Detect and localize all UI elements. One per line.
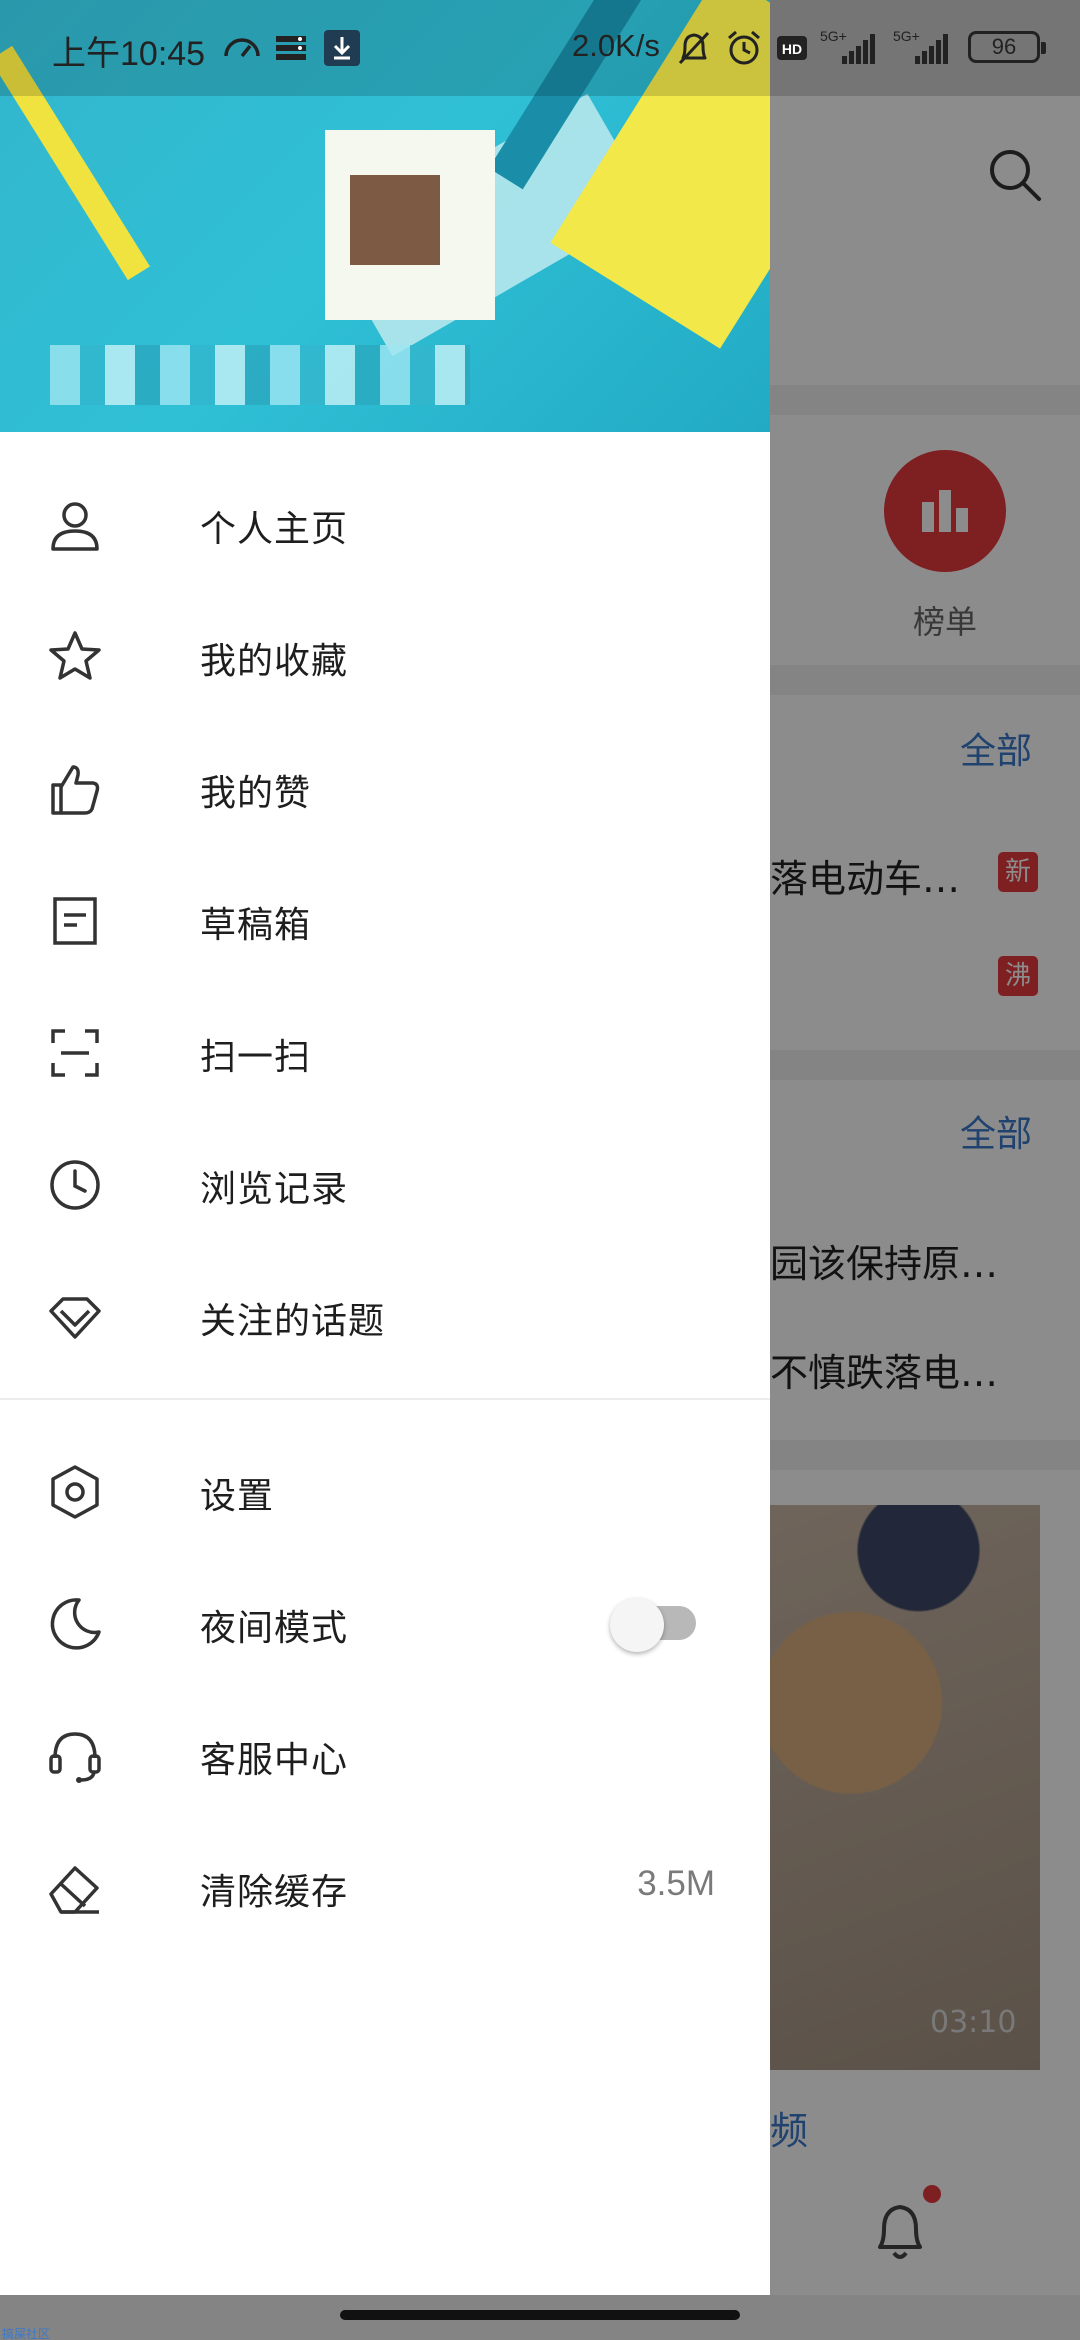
scan-icon [45,1023,105,1083]
signal-strength-icon [915,34,948,64]
moon-icon [45,1594,105,1654]
avatar[interactable] [325,130,495,320]
speedometer-icon [224,38,260,58]
watermark: 搞屎社区 [2,2327,51,2340]
mute-bell-icon [678,31,710,65]
headset-icon [45,1726,105,1786]
navigation-drawer: 个人主页 我的收藏 我的赞 草稿箱 扫一扫 浏览记录 关注的话题 设置 夜间模式… [0,0,770,2295]
status-bar: 上午10:45 2.0K/s HD 5G+ 5G+ 96 [0,0,1080,96]
network-speed: 2.0K/s [572,28,660,63]
alarm-icon [728,30,760,65]
menu-item-drafts[interactable]: 草稿箱 [0,851,770,983]
status-time: 上午10:45 [52,35,206,73]
menu-item-followed-topics[interactable]: 关注的话题 [0,1247,770,1379]
menu-item-label: 我的赞 [200,773,312,814]
menu-item-label: 浏览记录 [200,1169,349,1210]
home-indicator[interactable] [340,2310,740,2320]
signal-strength-icon [842,34,875,64]
menu-item-label: 关注的话题 [200,1301,386,1342]
menu-item-label: 客服中心 [200,1740,349,1781]
menu-item-label: 夜间模式 [200,1608,349,1649]
person-icon [45,495,105,555]
night-mode-toggle[interactable] [610,1598,696,1652]
cache-size: 3.5M [637,1864,715,1903]
gear-icon [45,1462,105,1522]
star-icon [45,627,105,687]
menu-item-history[interactable]: 浏览记录 [0,1115,770,1247]
menu-item-profile[interactable]: 个人主页 [0,455,770,587]
menu-item-settings[interactable]: 设置 [0,1422,770,1554]
username-obscured [50,345,470,405]
menu-item-scan[interactable]: 扫一扫 [0,983,770,1115]
download-icon [324,30,360,66]
menu-item-label: 清除缓存 [200,1872,349,1913]
svg-text:HD: HD [782,41,802,57]
menu-item-customer-service[interactable]: 客服中心 [0,1686,770,1818]
hd-icon: HD [777,36,807,60]
thumbs-up-icon [45,759,105,819]
menu-item-likes[interactable]: 我的赞 [0,719,770,851]
draft-icon [45,891,105,951]
eraser-icon [45,1858,105,1918]
menu-item-label: 设置 [200,1476,275,1517]
menu-item-clear-cache[interactable]: 清除缓存 3.5M [0,1818,770,1950]
toggle-knob [610,1598,664,1652]
menu-item-label: 我的收藏 [200,641,349,682]
menu-item-label: 个人主页 [200,509,349,550]
menu-divider [0,1398,770,1400]
diamond-icon [45,1287,105,1347]
menu-item-label: 扫一扫 [200,1037,312,1078]
data-usage-icon [276,36,306,60]
clock-icon [45,1155,105,1215]
avatar-image [350,175,440,265]
menu-item-label: 草稿箱 [200,905,312,946]
menu-item-favorites[interactable]: 我的收藏 [0,587,770,719]
battery-icon: 96 [968,31,1046,63]
